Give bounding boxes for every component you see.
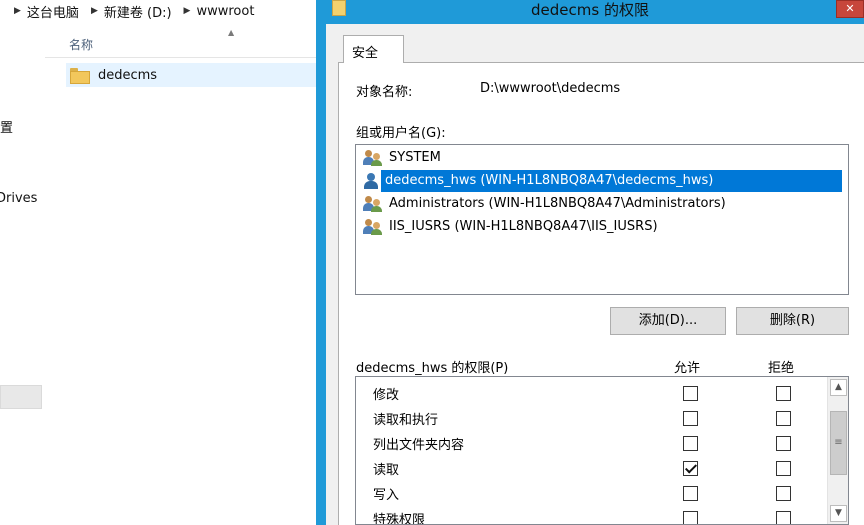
permission-name: 特殊权限 <box>373 513 426 525</box>
allow-checkbox[interactable] <box>683 386 698 401</box>
chevron-right-icon[interactable]: ▶ <box>91 6 98 16</box>
group-users-label: 组或用户名(G): <box>356 126 446 141</box>
allow-checkbox[interactable] <box>683 436 698 451</box>
scrollbar-thumb[interactable]: ≡ <box>830 411 847 475</box>
deny-checkbox[interactable] <box>776 461 791 476</box>
user-item-dedecms-hws[interactable]: dedecms_hws (WIN-H1L8NBQ8A47\dedecms_hws… <box>363 170 842 192</box>
permission-row-read-execute: 读取和执行 <box>356 405 826 430</box>
deny-column-header: 拒绝 <box>768 361 795 376</box>
permission-row-read: 读取 <box>356 455 826 480</box>
chevron-right-icon[interactable]: ▶ <box>14 6 21 16</box>
nav-item-drives-partial[interactable]: Drives <box>0 191 37 206</box>
deny-checkbox[interactable] <box>776 436 791 451</box>
group-icon <box>363 196 385 212</box>
file-name: dedecms <box>98 67 158 83</box>
nav-item-partial[interactable]: 置 <box>0 117 13 136</box>
group-icon <box>363 219 385 235</box>
user-item-system[interactable]: SYSTEM <box>363 147 445 169</box>
breadcrumb-drive-d[interactable]: 新建卷 (D:) <box>104 2 172 21</box>
user-item-iis-iusrs[interactable]: IIS_IUSRS (WIN-H1L8NBQ8A47\IIS_IUSRS) <box>363 216 662 238</box>
permissions-label: dedecms_hws 的权限(P) <box>356 361 509 376</box>
deny-checkbox[interactable] <box>776 386 791 401</box>
folder-icon <box>70 68 90 84</box>
chevron-right-icon[interactable]: ▶ <box>184 6 191 16</box>
allow-checkbox[interactable] <box>683 486 698 501</box>
title-bar[interactable]: dedecms 的权限 ✕ <box>316 0 864 24</box>
chevron-up-icon[interactable]: ▲ <box>830 379 847 396</box>
chevron-down-icon[interactable]: ▼ <box>830 505 847 522</box>
permission-name: 读取和执行 <box>373 413 439 428</box>
permissions-list[interactable]: 修改 读取和执行 列出文件夹内容 读取 写入 特殊权限 ▲ ≡ ▼ <box>355 376 849 525</box>
deny-checkbox[interactable] <box>776 486 791 501</box>
breadcrumb-this-pc[interactable]: 这台电脑 <box>27 2 79 21</box>
permission-name: 读取 <box>373 463 400 478</box>
users-list[interactable]: SYSTEM dedecms_hws (WIN-H1L8NBQ8A47\dede… <box>355 144 849 295</box>
permissions-dialog: dedecms 的权限 ✕ 安全 对象名称: D:\wwwroot\dedecm… <box>316 0 864 525</box>
sort-ascending-icon: ▲ <box>228 28 235 37</box>
user-name: dedecms_hws (WIN-H1L8NBQ8A47\dedecms_hws… <box>381 170 842 192</box>
user-icon <box>363 173 381 189</box>
user-name: Administrators (WIN-H1L8NBQ8A47\Administ… <box>389 196 726 211</box>
object-name-value: D:\wwwroot\dedecms <box>480 81 621 96</box>
deny-checkbox[interactable] <box>776 411 791 426</box>
close-button[interactable]: ✕ <box>836 0 864 18</box>
permission-row-special: 特殊权限 <box>356 505 826 525</box>
tab-security[interactable]: 安全 <box>343 35 404 63</box>
nav-item-selected[interactable] <box>0 385 42 409</box>
permission-row-write: 写入 <box>356 480 826 505</box>
breadcrumb-wwwroot[interactable]: wwwroot <box>196 4 254 19</box>
dialog-title: dedecms 的权限 <box>531 1 649 19</box>
user-name: SYSTEM <box>389 150 441 165</box>
permission-name: 写入 <box>373 488 400 503</box>
dialog-body: 安全 对象名称: D:\wwwroot\dedecms 组或用户名(G): SY… <box>326 24 864 525</box>
allow-column-header: 允许 <box>674 361 701 376</box>
permission-name: 修改 <box>373 388 400 403</box>
object-name-label: 对象名称: <box>356 85 413 100</box>
allow-checkbox[interactable] <box>683 411 698 426</box>
column-header-row: ▲ 名称 <box>45 28 316 58</box>
file-explorer-window: ▶ 这台电脑 ▶ 新建卷 (D:) ▶ wwwroot ▲ 名称 dedecms… <box>0 0 316 525</box>
allow-checkbox[interactable] <box>683 511 698 524</box>
permission-row-list-folder: 列出文件夹内容 <box>356 430 826 455</box>
permissions-scrollbar[interactable]: ▲ ≡ ▼ <box>827 377 848 524</box>
add-user-button[interactable]: 添加(D)... <box>610 307 726 335</box>
file-item-dedecms[interactable]: dedecms <box>66 63 316 87</box>
allow-checkbox[interactable] <box>683 461 698 476</box>
permission-row-modify: 修改 <box>356 380 826 405</box>
column-header-name[interactable]: 名称 <box>69 36 93 53</box>
user-item-administrators[interactable]: Administrators (WIN-H1L8NBQ8A47\Administ… <box>363 193 730 215</box>
address-bar[interactable]: ▶ 这台电脑 ▶ 新建卷 (D:) ▶ wwwroot <box>0 0 316 22</box>
user-name: IIS_IUSRS (WIN-H1L8NBQ8A47\IIS_IUSRS) <box>389 219 658 234</box>
permission-name: 列出文件夹内容 <box>373 438 465 453</box>
group-icon <box>363 150 385 166</box>
remove-user-button[interactable]: 删除(R) <box>736 307 849 335</box>
deny-checkbox[interactable] <box>776 511 791 524</box>
